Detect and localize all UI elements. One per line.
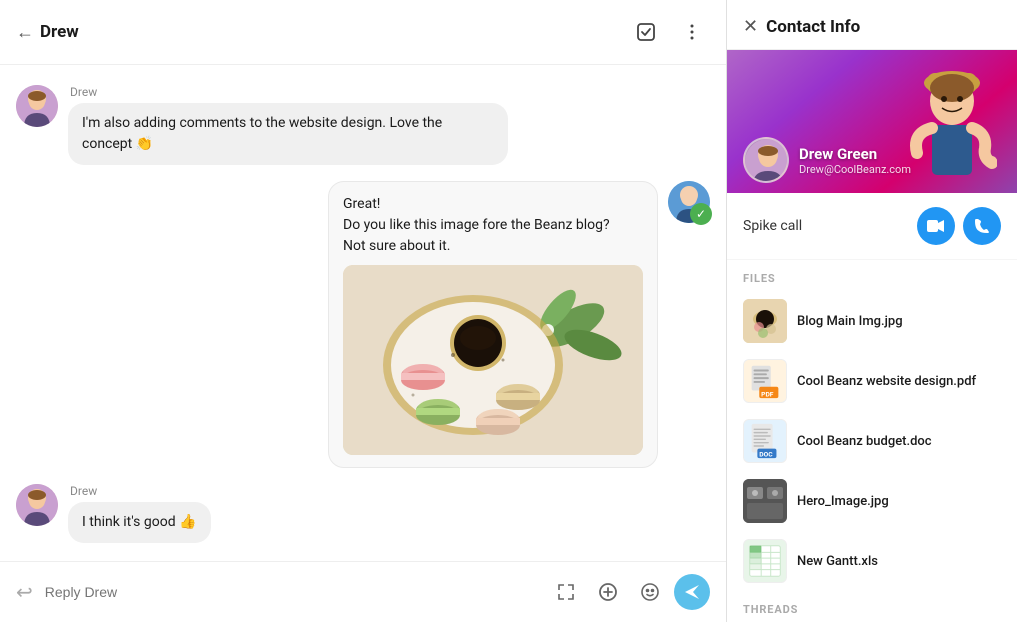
- spike-call-row: Spike call: [727, 193, 1017, 260]
- drew-avatar-img-2: [16, 484, 58, 526]
- outgoing-message-row: ✓ Great!Do you like this image fore the …: [16, 181, 710, 468]
- file-item-blog[interactable]: Blog Main Img.jpg: [727, 291, 1017, 351]
- avatar-2: [16, 484, 58, 526]
- sender-name: Drew: [70, 85, 508, 99]
- contact-name-email: Drew Green Drew@CoolBeanz.com: [799, 145, 911, 176]
- back-icon: ←: [16, 22, 34, 43]
- svg-text:DOC: DOC: [759, 450, 773, 458]
- more-button[interactable]: [674, 14, 710, 50]
- reply-input[interactable]: [45, 584, 536, 600]
- avatar: [16, 85, 58, 127]
- bubble-container-2: Drew I think it's good 👍: [68, 484, 211, 543]
- blog-img-thumb: [743, 299, 787, 343]
- chat-panel: ← Drew: [0, 0, 727, 622]
- file-name-hero: Hero_Image.jpg: [797, 494, 889, 509]
- spike-call-label: Spike call: [743, 218, 802, 234]
- image-bubble-text: Great!Do you like this image fore the Be…: [343, 194, 643, 257]
- message-row: Drew I'm also adding comments to the web…: [16, 85, 710, 165]
- file-name-doc: Cool Beanz budget.doc: [797, 434, 932, 449]
- expand-icon: [556, 582, 576, 602]
- doc-thumb: DOC: [744, 419, 786, 463]
- contact-mini-avatar: [743, 137, 789, 183]
- outgoing-avatar-wrap: ✓: [668, 181, 710, 223]
- file-name-pdf: Cool Beanz website design.pdf: [797, 374, 976, 389]
- file-item-hero[interactable]: Hero_Image.jpg: [727, 471, 1017, 531]
- contact-header-bar: ✕ Contact Info: [727, 0, 1017, 50]
- drew-avatar-img: [16, 85, 58, 127]
- messages-area: Drew I'm also adding comments to the web…: [0, 65, 726, 561]
- image-preview[interactable]: [343, 265, 643, 455]
- chat-header: ← Drew: [0, 0, 726, 65]
- person-illustration: [897, 53, 997, 193]
- reply-arrow-icon: ↩: [16, 580, 33, 604]
- message-row-2: Drew I think it's good 👍: [16, 484, 710, 543]
- check-button[interactable]: [628, 14, 664, 50]
- reply-bar: ↩: [0, 561, 726, 622]
- contact-name: Drew Green: [799, 145, 911, 163]
- file-thumb-doc: DOC: [743, 419, 787, 463]
- phone-call-button[interactable]: [963, 207, 1001, 245]
- file-name-blog: Blog Main Img.jpg: [797, 314, 903, 329]
- file-name-xls: New Gantt.xls: [797, 554, 878, 569]
- add-icon: [598, 582, 618, 602]
- send-button[interactable]: [674, 574, 710, 610]
- contact-info-overlay: Drew Green Drew@CoolBeanz.com: [743, 137, 911, 183]
- file-item-doc[interactable]: DOC Cool Beanz budget.doc: [727, 411, 1017, 471]
- message-bubble-2: I think it's good 👍: [68, 502, 211, 543]
- close-button[interactable]: ✕: [743, 16, 758, 37]
- image-message-bubble: Great!Do you like this image fore the Be…: [328, 181, 658, 468]
- threads-section-label: THREADS: [727, 591, 1017, 622]
- file-item-pdf[interactable]: PDF Cool Beanz website design.pdf: [727, 351, 1017, 411]
- more-icon: [682, 22, 702, 42]
- contact-email: Drew@CoolBeanz.com: [799, 163, 911, 176]
- file-item-xls[interactable]: New Gantt.xls: [727, 531, 1017, 591]
- back-button[interactable]: ← Drew: [16, 22, 79, 43]
- svg-text:PDF: PDF: [761, 390, 774, 398]
- files-section-label: FILES: [727, 260, 1017, 291]
- sender-name-2: Drew: [70, 484, 211, 498]
- contact-person-figure: [897, 53, 997, 193]
- send-icon: [683, 583, 701, 601]
- add-button[interactable]: [590, 574, 626, 610]
- file-thumb-pdf: PDF: [743, 359, 787, 403]
- reply-actions: [548, 574, 710, 610]
- contact-info-title: Contact Info: [766, 17, 860, 37]
- macarons-image: [343, 265, 643, 455]
- emoji-icon: [640, 582, 660, 602]
- hero-thumb: [743, 479, 787, 523]
- check-square-icon: [635, 21, 657, 43]
- pdf-thumb: PDF: [743, 360, 787, 402]
- video-call-button[interactable]: [917, 207, 955, 245]
- file-thumb-hero: [743, 479, 787, 523]
- online-indicator: ✓: [690, 203, 712, 225]
- outgoing-bubble-container: Great!Do you like this image fore the Be…: [328, 181, 658, 468]
- xls-thumb: [744, 539, 786, 583]
- chat-title: Drew: [40, 22, 79, 42]
- macarons-svg: [343, 265, 643, 455]
- contact-hero: Drew Green Drew@CoolBeanz.com: [727, 50, 1017, 193]
- call-buttons: [917, 207, 1001, 245]
- file-thumb-xls: [743, 539, 787, 583]
- contact-avatar-img: [745, 139, 789, 183]
- phone-icon: [973, 217, 991, 235]
- expand-button[interactable]: [548, 574, 584, 610]
- video-icon: [927, 219, 945, 233]
- bubble-container: Drew I'm also adding comments to the web…: [68, 85, 508, 165]
- file-thumb-blog: [743, 299, 787, 343]
- emoji-button[interactable]: [632, 574, 668, 610]
- message-bubble: I'm also adding comments to the website …: [68, 103, 508, 165]
- contact-panel: ✕ Contact Info: [727, 0, 1017, 622]
